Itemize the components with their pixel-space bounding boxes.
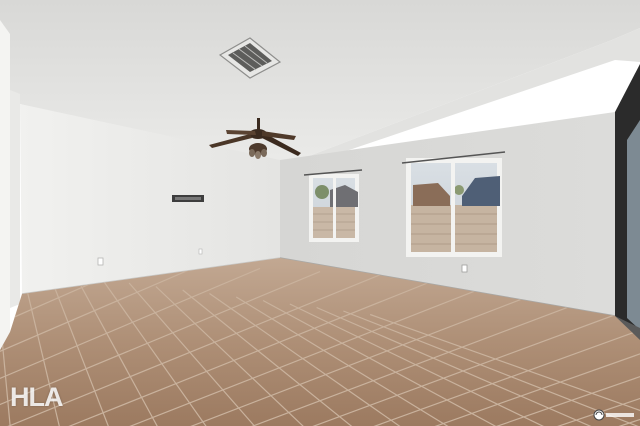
outlet [198,248,203,255]
watermark-logo: HLA [10,382,63,412]
door-glass [627,120,640,330]
left-column-inner [10,90,20,308]
room-illustration [0,0,640,426]
window-small [309,174,359,242]
room-photo: HLA [0,0,640,426]
corner-logo-icon [593,409,634,421]
window-large [406,158,502,257]
left-column [0,20,10,350]
outlet [97,257,104,266]
outlet [461,264,468,273]
